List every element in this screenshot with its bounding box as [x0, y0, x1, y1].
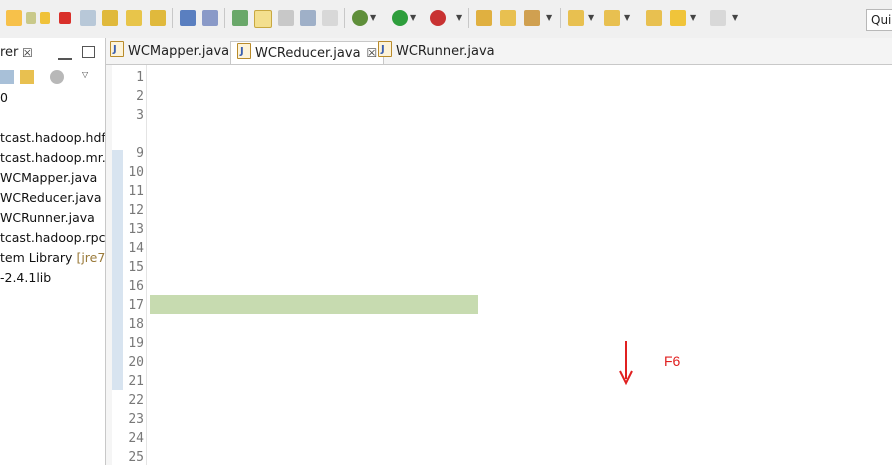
tab-wcmapper[interactable]: WCMapper.java: [110, 39, 230, 63]
line-number: 16: [128, 279, 144, 294]
tab-label: WCMapper.java: [128, 44, 230, 59]
back-icon[interactable]: [670, 10, 686, 26]
current-debug-line-highlight: [150, 295, 478, 314]
line-number: 17: [128, 298, 144, 313]
line-number: 13: [128, 222, 144, 237]
next-annotation-icon[interactable]: [568, 10, 584, 26]
drop-to-frame-icon[interactable]: [180, 10, 196, 26]
java-file-icon: [237, 41, 251, 63]
line-number: 21: [128, 374, 144, 389]
editor-tab-bar: WCMapper.java WCReducer.java ☒ WCRunner.j…: [106, 38, 892, 65]
tree-item[interactable]: WCReducer.java: [0, 188, 101, 208]
new-java-class-icon[interactable]: [232, 10, 248, 26]
tree-item[interactable]: tem Library [jre7]: [0, 248, 106, 268]
open-folder-icon[interactable]: [500, 10, 516, 26]
minimize-icon[interactable]: [58, 52, 72, 60]
code-editor[interactable]: 1 2 3 9 10 11 12 13 14 15 16 17 18 19 20…: [106, 65, 892, 465]
chevron-down-icon[interactable]: ▼: [624, 13, 630, 22]
last-edit-location-icon[interactable]: [646, 10, 662, 26]
focus-icon[interactable]: [50, 70, 64, 84]
line-number: 24: [128, 431, 144, 446]
show-whitespace-icon[interactable]: [322, 10, 338, 26]
search-icon[interactable]: [524, 10, 540, 26]
tab-label: WCReducer.java: [255, 46, 361, 61]
line-number: 9: [136, 146, 144, 161]
quick-access-input[interactable]: Qui: [866, 9, 892, 31]
tree-item-label: tem Library: [0, 250, 77, 265]
disconnect-icon[interactable]: [80, 10, 96, 26]
chevron-down-icon[interactable]: ▼: [690, 13, 696, 22]
tree-item[interactable]: tcast.hadoop.rpc: [0, 228, 105, 248]
line-number: 3: [136, 108, 144, 123]
line-number: 25: [128, 450, 144, 465]
toggle-breadcrumb-icon[interactable]: [278, 10, 294, 26]
explorer-tab-label: rer: [0, 45, 19, 60]
toolbar-separator: [172, 8, 173, 28]
open-type-icon[interactable]: [476, 10, 492, 26]
line-number: 14: [128, 241, 144, 256]
line-number: 2: [136, 89, 144, 104]
package-explorer-tab[interactable]: rer ☒: [0, 42, 42, 64]
maximize-icon[interactable]: [82, 46, 95, 58]
collapse-all-icon[interactable]: [0, 70, 14, 84]
line-number: 18: [128, 317, 144, 332]
tree-item[interactable]: tcast.hadoop.hdfs: [0, 128, 105, 148]
line-number: 11: [128, 184, 144, 199]
chevron-down-icon[interactable]: ▼: [588, 13, 594, 22]
main-toolbar: ▼ ▼ ▼ ▼ ▼ ▼ ▼ ▼ Qui: [0, 0, 892, 39]
chevron-down-icon[interactable]: ▼: [456, 13, 462, 22]
close-icon[interactable]: ☒: [22, 42, 33, 64]
terminate-icon[interactable]: [59, 12, 71, 24]
chevron-down-icon[interactable]: ▼: [546, 13, 552, 22]
suspend-icon[interactable]: [40, 12, 50, 24]
link-with-editor-icon[interactable]: [20, 70, 34, 84]
line-number: 1: [136, 70, 144, 85]
tree-item[interactable]: tcast.hadoop.mr.w: [0, 148, 105, 168]
toolbar-separator: [560, 8, 561, 28]
tree-item-decoration: [jre7]: [76, 250, 106, 265]
toolbar-separator: [468, 8, 469, 28]
tree-item[interactable]: -2.4.1lib: [0, 268, 51, 288]
close-icon[interactable]: ☒: [367, 46, 378, 60]
block-selection-icon[interactable]: [300, 10, 316, 26]
gutter-divider: [146, 65, 147, 465]
debug-icon[interactable]: [352, 10, 368, 26]
java-file-icon: [110, 39, 124, 61]
tab-wcrunner[interactable]: WCRunner.java: [378, 39, 495, 63]
chevron-down-icon[interactable]: ▼: [370, 13, 376, 22]
previous-annotation-icon[interactable]: [604, 10, 620, 26]
forward-icon[interactable]: [710, 10, 726, 26]
line-number: 20: [128, 355, 144, 370]
step-into-icon[interactable]: [102, 10, 118, 26]
tree-item[interactable]: WCMapper.java: [0, 168, 97, 188]
java-file-icon: [378, 39, 392, 61]
chevron-down-icon[interactable]: ▼: [410, 13, 416, 22]
tab-wcreducer[interactable]: WCReducer.java ☒: [230, 41, 385, 64]
tab-label: WCRunner.java: [396, 44, 495, 59]
line-number: 12: [128, 203, 144, 218]
resume-icon[interactable]: [26, 12, 36, 24]
run-icon[interactable]: [392, 10, 408, 26]
tree-item[interactable]: WCRunner.java: [0, 208, 95, 228]
tree-item[interactable]: 0: [0, 88, 8, 108]
line-number: 22: [128, 393, 144, 408]
annotation-arrow: [619, 341, 633, 386]
package-explorer-panel: rer ☒ ▽ 0 tcast.hadoop.hdfs tcast.hadoop…: [0, 38, 106, 465]
skip-breakpoints-icon[interactable]: [6, 10, 22, 26]
toggle-mark-occurrences-icon[interactable]: [254, 10, 272, 28]
annotation-label: F6: [664, 353, 681, 369]
step-return-icon[interactable]: [150, 10, 166, 26]
step-over-icon[interactable]: [126, 10, 142, 26]
line-number: 19: [128, 336, 144, 351]
use-step-filters-icon[interactable]: [202, 10, 218, 26]
line-number: 15: [128, 260, 144, 275]
view-menu-icon[interactable]: ▽: [82, 70, 88, 79]
toolbar-separator: [224, 8, 225, 28]
line-number: 23: [128, 412, 144, 427]
line-number: 10: [128, 165, 144, 180]
run-external-tool-icon[interactable]: [430, 10, 446, 26]
chevron-down-icon[interactable]: ▼: [732, 13, 738, 22]
toolbar-separator: [344, 8, 345, 28]
